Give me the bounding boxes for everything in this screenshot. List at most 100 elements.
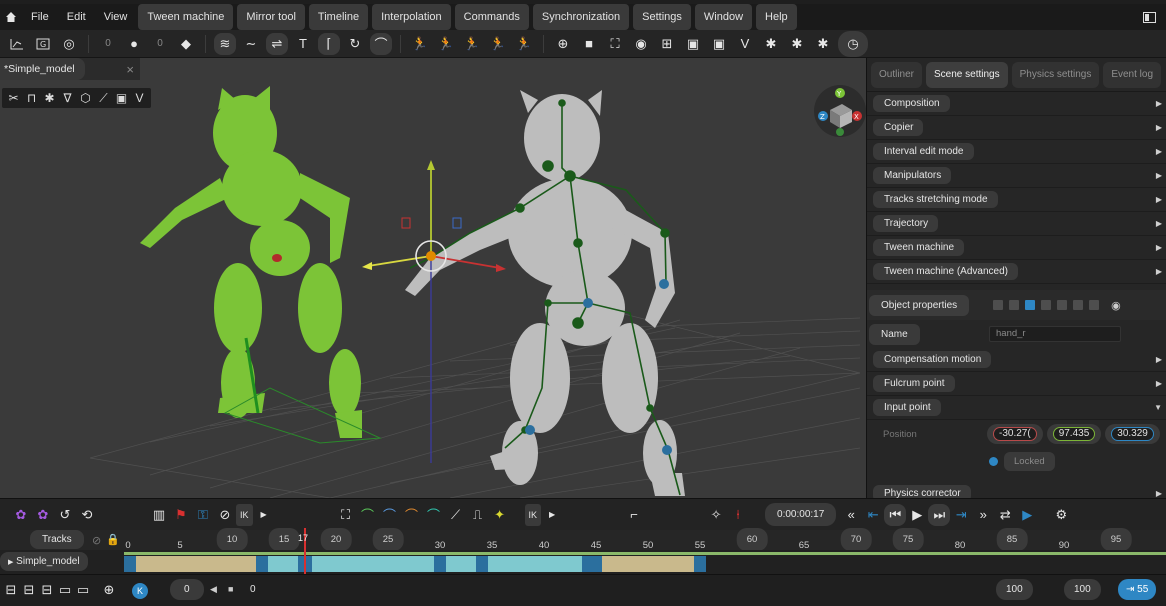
keyframe-block[interactable] (488, 556, 582, 572)
tab-scene-settings[interactable]: Scene settings (926, 61, 1008, 88)
keyframe-block[interactable] (312, 556, 434, 572)
panel-item-copier[interactable]: Copier ▶ (867, 116, 1166, 140)
book-icon[interactable]: ▥ (148, 504, 170, 526)
menu-edit[interactable]: Edit (58, 4, 95, 30)
object-properties-header[interactable]: Object properties ◉ (867, 290, 1166, 320)
keyframe-block[interactable] (124, 556, 136, 572)
add-icon[interactable]: ⊕ (102, 582, 116, 597)
layout-icon-1[interactable]: ⊟ (4, 582, 18, 597)
menu-help[interactable]: Help (756, 4, 797, 30)
target-icon[interactable]: ⊕ (552, 33, 574, 55)
curve-teal-icon[interactable]: ⌒ (423, 504, 445, 526)
bones-icon-1[interactable]: ✱ (760, 33, 782, 55)
step-icon[interactable]: ⎍ (467, 504, 489, 526)
scene-canvas[interactable]: Y X Z (0, 58, 866, 498)
align-icon[interactable]: ⇌ (266, 32, 288, 55)
ban-icon[interactable]: ⊘ (214, 504, 236, 526)
time-display[interactable]: 0:00:00:17 (765, 503, 837, 526)
play-blue-icon[interactable]: ▶ (1016, 504, 1038, 526)
keyframe-block[interactable] (268, 556, 298, 572)
run-icon-1[interactable]: 🏃 (409, 33, 431, 55)
stack-icon-2[interactable]: ▣ (708, 33, 730, 55)
keyframe-block[interactable] (582, 556, 602, 572)
wand-icon[interactable]: ✦ (489, 504, 511, 526)
ik-label-2[interactable]: IK (524, 503, 542, 526)
fast-forward-icon[interactable]: » (972, 504, 994, 526)
keyframe-purple-icon[interactable]: ✿ (10, 504, 32, 526)
position-y-field[interactable]: 97.435 (1046, 424, 1102, 444)
position-x-field[interactable]: -30.27( (987, 424, 1043, 444)
prev-key-icon[interactable]: ⇤ (862, 504, 884, 526)
panel-item-compensation-motion[interactable]: Compensation motion ▶ (867, 348, 1166, 372)
panel-item-tracks-stretching-mode[interactable]: Tracks stretching mode ▶ (867, 188, 1166, 212)
menu-timeline[interactable]: Timeline (308, 4, 369, 30)
stack-icon-1[interactable]: ▣ (682, 33, 704, 55)
rewind-icon[interactable]: « (840, 504, 862, 526)
timeline-ruler[interactable]: Tracks ⊘ 🔒 0 5 10 15 20 25 30 35 40 45 50 55 60 65 70 7… (0, 528, 1166, 551)
loop-play-icon[interactable]: ⇄ (994, 504, 1016, 526)
ik-label[interactable]: IK (236, 503, 253, 526)
menu-tween-machine[interactable]: Tween machine (138, 4, 234, 30)
brand-v-icon[interactable]: V (734, 33, 756, 55)
prop-icon-6[interactable] (1073, 300, 1084, 310)
keyframe-block[interactable] (694, 556, 706, 572)
curve-blue-icon[interactable]: ⌒ (379, 504, 401, 526)
wave-icon[interactable]: ∼ (240, 33, 262, 55)
ik-tool-icon[interactable]: ✱ (42, 91, 57, 106)
chevron-left-icon[interactable]: ◀ (210, 584, 217, 595)
keyframe-block[interactable] (256, 556, 268, 572)
grid-icon[interactable]: ⊞ (656, 33, 678, 55)
panel-item-trajectory[interactable]: Trajectory ▶ (867, 212, 1166, 236)
next-key-icon[interactable]: ⇥ (950, 504, 972, 526)
key-icon[interactable]: ⚿ (192, 504, 214, 526)
graph-icon[interactable] (6, 33, 28, 55)
prop-icon-5[interactable] (1057, 300, 1068, 310)
value-a[interactable]: 0 (97, 38, 119, 49)
eye-icon[interactable]: ◉ (1111, 299, 1121, 312)
panel-item-tween-machine[interactable]: Tween machine ▶ (867, 236, 1166, 260)
keyframe-block[interactable] (602, 556, 694, 572)
viewport-tab[interactable]: *Simple_model (0, 58, 85, 80)
frame-field-2[interactable]: 0 (250, 584, 256, 595)
menu-view[interactable]: View (95, 4, 137, 30)
bones-icon-2[interactable]: ✱ (786, 33, 808, 55)
text-frame-icon[interactable]: T (292, 33, 314, 55)
rotate-icon[interactable]: ↻ (344, 33, 366, 55)
prop-icon-1[interactable] (993, 300, 1004, 310)
layout-icon-4[interactable]: ▭ (58, 582, 72, 597)
vertex-tool-icon[interactable]: ∇ (60, 91, 75, 106)
bone-tool-icon[interactable]: ✂ (6, 91, 21, 106)
range-end-c[interactable]: ⇥ 55 (1118, 579, 1157, 600)
panel-item-input-point[interactable]: Input point ▼ (867, 396, 1166, 420)
linear-icon[interactable]: ⟋ (445, 504, 467, 526)
keyframe-purple-icon-2[interactable]: ✿ (32, 504, 54, 526)
run-icon-5[interactable]: 🏃 (513, 33, 535, 55)
select-box-icon[interactable]: G (32, 33, 54, 55)
spiral-icon[interactable]: ◎ (58, 33, 80, 55)
tab-event-log[interactable]: Event log (1103, 61, 1162, 88)
locked-radio[interactable] (989, 456, 998, 466)
timeline-track-area[interactable]: ▶ Simple_model (0, 550, 1166, 574)
arc-icon[interactable]: ⌒ (370, 32, 392, 55)
home-icon[interactable] (0, 4, 22, 30)
bones-icon-3[interactable]: ✱ (812, 33, 834, 55)
curves-icon[interactable]: ≋ (214, 32, 236, 55)
menu-interpolation[interactable]: Interpolation (372, 4, 451, 30)
transform-gizmo[interactable] (362, 160, 506, 463)
prop-icon-2[interactable] (1009, 300, 1020, 310)
panel-item-tween-machine-advanced[interactable]: Tween machine (Advanced) ▶ (867, 260, 1166, 284)
menu-settings[interactable]: Settings (633, 4, 691, 30)
window-layout-icon[interactable] (1138, 6, 1160, 28)
flag-icon[interactable]: ⚑ (170, 504, 192, 526)
menu-synchronization[interactable]: Synchronization (532, 4, 630, 30)
panel-item-fulcrum-point[interactable]: Fulcrum point ▶ (867, 372, 1166, 396)
keyframe-block[interactable] (476, 556, 488, 572)
camera-icon[interactable]: ■ (578, 33, 600, 55)
prev-frame-icon[interactable]: ⏮ (884, 503, 907, 526)
key-badge-icon[interactable]: K (132, 583, 148, 599)
chevron-right-icon[interactable]: ▶ (541, 504, 563, 526)
eraser-icon[interactable]: ◆ (175, 33, 197, 55)
dot-icon[interactable]: ● (123, 33, 145, 55)
gear-icon[interactable]: ⚙ (1050, 504, 1072, 526)
range-end-a[interactable]: 100 (996, 579, 1033, 600)
